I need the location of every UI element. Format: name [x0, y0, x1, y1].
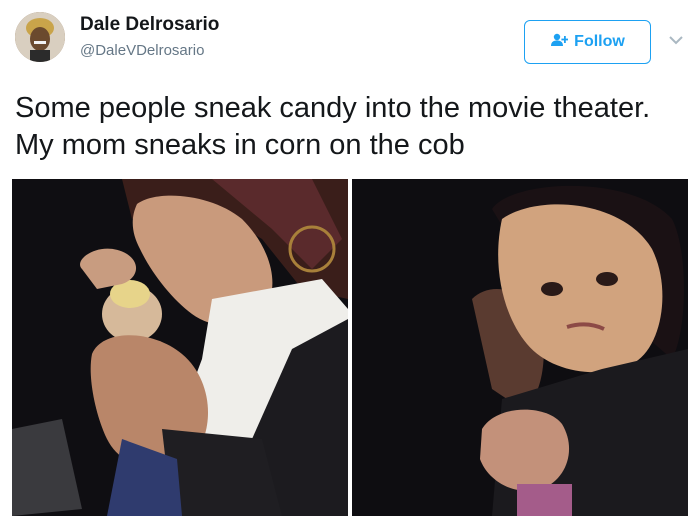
- add-user-icon: [550, 33, 569, 52]
- tweet-card: Dale Delrosario @DaleVDelrosario Follow …: [0, 0, 700, 527]
- follow-button[interactable]: Follow: [524, 20, 651, 64]
- media-grid: [12, 179, 688, 516]
- avatar-image: [15, 12, 65, 62]
- follow-button-label: Follow: [574, 33, 625, 50]
- user-info: Dale Delrosario @DaleVDelrosario: [80, 14, 219, 60]
- chevron-down-icon[interactable]: [666, 30, 686, 50]
- tweet-text: Some people sneak candy into the movie t…: [15, 92, 651, 161]
- display-name[interactable]: Dale Delrosario: [80, 14, 219, 36]
- user-handle[interactable]: @DaleVDelrosario: [80, 42, 219, 60]
- avatar[interactable]: [15, 12, 65, 62]
- photo-left[interactable]: [12, 179, 348, 516]
- photo-right[interactable]: [352, 179, 688, 516]
